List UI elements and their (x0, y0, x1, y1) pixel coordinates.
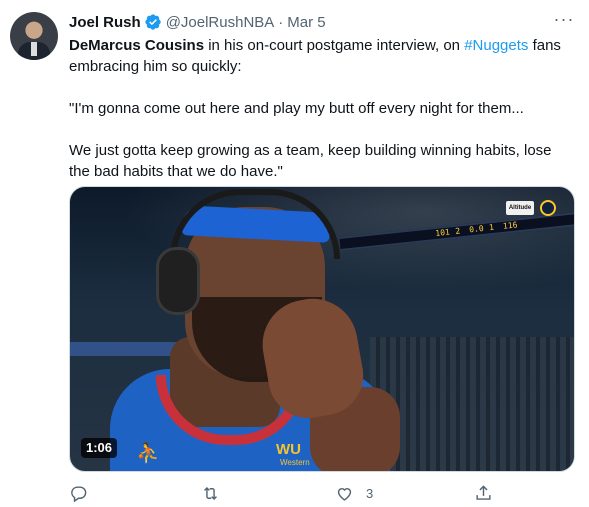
jersey-sponsor-text: WU (276, 441, 301, 458)
tweet-header: Joel Rush @JoelRushNBA · Mar 5 (69, 12, 326, 32)
hashtag-nuggets[interactable]: #Nuggets (464, 37, 528, 54)
header-separator: · (278, 13, 284, 31)
like-count: 3 (366, 485, 374, 501)
tweet-text: DeMarcus Cousins in his on-court postgam… (69, 35, 569, 182)
author-name[interactable]: Joel Rush (69, 14, 141, 31)
share-button[interactable] (474, 482, 493, 504)
nuggets-logo-icon (540, 200, 556, 216)
scoreboard-value: 116 (502, 220, 518, 231)
jersey-sponsor-subtext: Western (280, 458, 310, 467)
scoreboard-value: 0.0 (468, 223, 485, 235)
author-avatar[interactable] (10, 12, 58, 60)
scoreboard-value: 101 (434, 227, 451, 238)
tweet-text-segment: in his on-court postgame interview, on (204, 37, 465, 54)
more-options-icon[interactable]: ··· (552, 10, 576, 32)
tweet-text-line-2: embracing him so quickly: (69, 58, 242, 75)
quote-line-3: the bad habits that we do have." (69, 163, 283, 180)
tweet-text-line-1: DeMarcus Cousins in his on-court postgam… (69, 35, 569, 56)
avatar-collar (31, 42, 37, 56)
jumpman-logo-icon: ⛹ (136, 443, 161, 465)
verified-badge-icon (145, 14, 161, 30)
quote-line-2: We just gotta keep growing as a team, ke… (69, 142, 552, 159)
tweet-card[interactable]: Joel Rush @JoelRushNBA · Mar 5 ··· DeMar… (0, 0, 589, 507)
retweet-button[interactable] (201, 482, 220, 504)
retweet-icon (204, 486, 217, 500)
quote-line-1: "I'm gonna come out here and play my but… (69, 100, 524, 117)
like-button[interactable]: 3 (335, 482, 373, 504)
video-duration: 1:06 (81, 438, 118, 458)
headphones-earcup (156, 247, 200, 315)
altitude-logo: Altitude (506, 201, 534, 215)
tweet-text-segment: fans (528, 37, 561, 54)
scoreboard-value: 1 (488, 222, 495, 233)
tweet-date[interactable]: Mar 5 (287, 14, 325, 31)
author-handle[interactable]: @JoelRushNBA (166, 14, 275, 31)
heart-icon (337, 487, 352, 501)
video-player[interactable]: 101 2 0.0 1 116 WU Western ⛹ Altitude 1:… (69, 186, 575, 472)
reply-button[interactable] (69, 482, 88, 504)
scoreboard-value: 2 (454, 226, 461, 236)
mention-demarcus-cousins: DeMarcus Cousins (69, 37, 205, 54)
tweet-actions: 3 (69, 482, 499, 504)
reply-icon (71, 485, 87, 502)
share-icon (476, 484, 491, 500)
arena-crowd (370, 337, 574, 471)
